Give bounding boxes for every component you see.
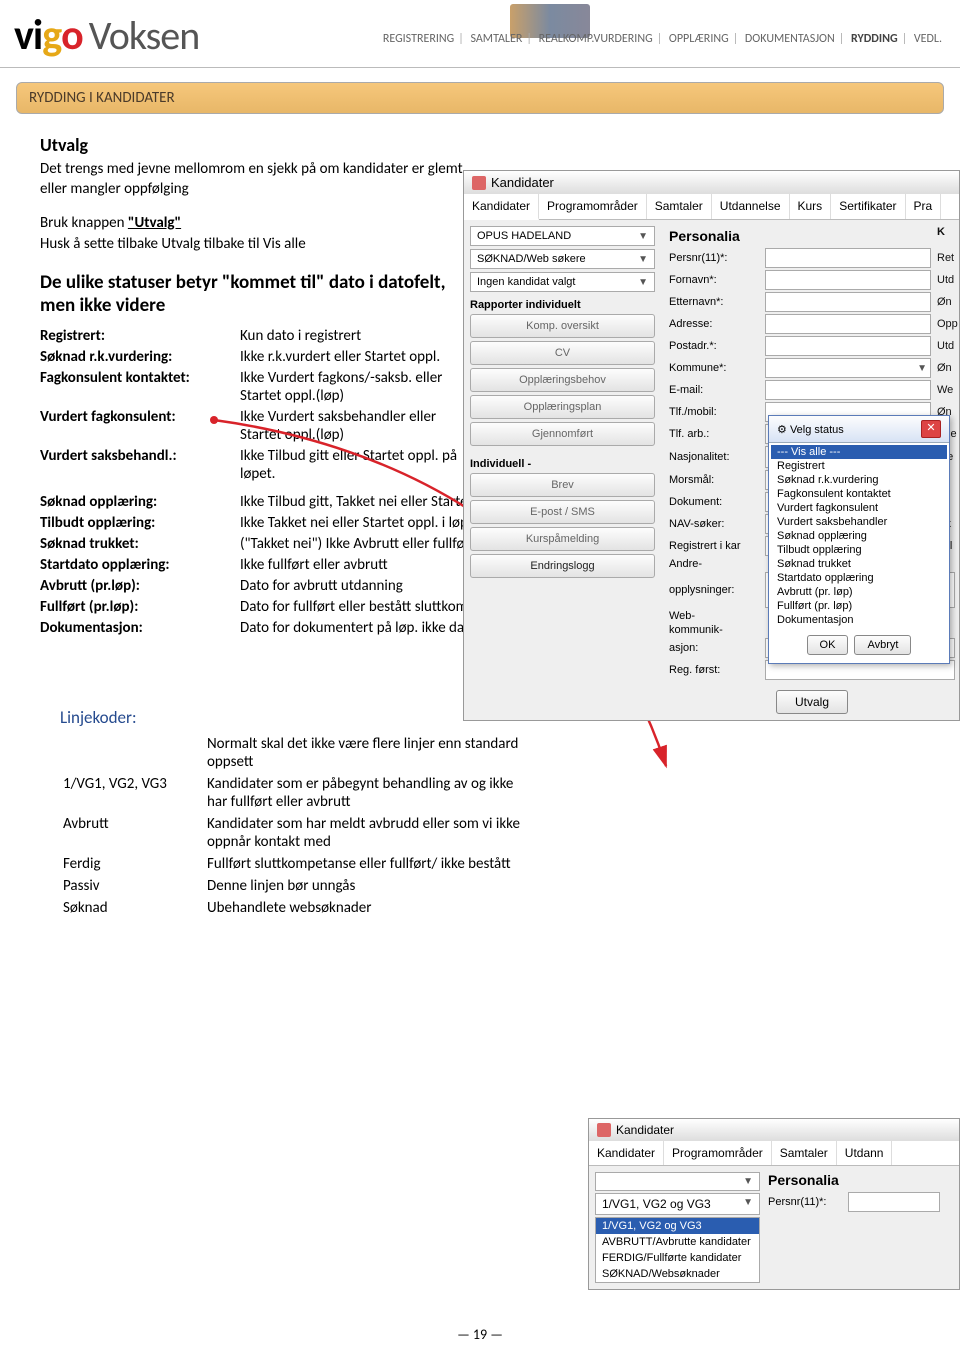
list-item[interactable]: Tilbudt opplæring: [771, 543, 947, 557]
button-epost-sms[interactable]: E-post / SMS: [470, 500, 655, 524]
list-item[interactable]: Søknad opplæring: [771, 529, 947, 543]
button-cv[interactable]: CV: [470, 341, 655, 365]
popup-velg-status: ⚙ Velg status✕ --- Vis alle --- Registre…: [768, 415, 950, 664]
app-tabs[interactable]: Kandidater Programområder Samtaler Utdan…: [464, 194, 959, 220]
status-list[interactable]: --- Vis alle --- Registrert Søknad r.k.v…: [769, 443, 949, 629]
chevron-down-icon: ▼: [638, 231, 648, 242]
input-adresse[interactable]: [765, 314, 931, 334]
input-etternavn[interactable]: [765, 292, 931, 312]
input-email[interactable]: [765, 380, 931, 400]
tab[interactable]: Pra: [906, 194, 942, 219]
list-item[interactable]: Fullført (pr. løp): [771, 599, 947, 613]
tab[interactable]: Utdann: [837, 1141, 893, 1165]
select-2[interactable]: 1/VG1, VG2 og VG3▼: [595, 1193, 760, 1215]
button-kurspamelding[interactable]: Kurspåmelding: [470, 527, 655, 551]
section-title: RYDDING I KANDIDATER: [16, 82, 944, 114]
chevron-down-icon: ▼: [638, 254, 648, 265]
heading-statuser: De ulike statuser betyr "kommet til" dat…: [40, 271, 480, 317]
list-item[interactable]: Startdato opplæring: [771, 571, 947, 585]
chevron-down-icon: ▼: [638, 277, 648, 288]
form-header: Personalia: [669, 228, 931, 244]
tab-kandidater[interactable]: Kandidater: [464, 194, 539, 220]
tab[interactable]: Samtaler: [772, 1141, 837, 1165]
select-kandidat[interactable]: Ingen kandidat valgt▼: [470, 272, 655, 292]
side-label: Individuell -: [470, 458, 655, 470]
page-number: — 19 —: [0, 1326, 960, 1343]
tab[interactable]: Programområder: [664, 1141, 772, 1165]
list-item[interactable]: Vurdert fagkonsulent: [771, 501, 947, 515]
button-endringslogg[interactable]: Endringslogg: [470, 554, 655, 578]
button-komp-oversikt[interactable]: Komp. oversikt: [470, 314, 655, 338]
close-icon[interactable]: ✕: [921, 420, 941, 438]
list-item[interactable]: 1/VG1, VG2 og VG3: [596, 1218, 759, 1234]
tab[interactable]: Sertifikater: [831, 194, 905, 219]
gear-icon: ⚙: [777, 424, 787, 436]
list-item[interactable]: SØKNAD/Websøknader: [596, 1266, 759, 1282]
side-label: Rapporter individuelt: [470, 299, 655, 311]
app-icon: [597, 1123, 611, 1137]
input-persnr[interactable]: [848, 1192, 940, 1212]
cancel-button[interactable]: Avbryt: [854, 635, 911, 655]
list-item[interactable]: Dokumentasjon: [771, 613, 947, 627]
input-postadr[interactable]: [765, 336, 931, 356]
input-fornavn[interactable]: [765, 270, 931, 290]
input-persnr[interactable]: [765, 248, 931, 268]
input-kommune[interactable]: ▼: [765, 358, 931, 378]
linje-dropdown-list[interactable]: 1/VG1, VG2 og VG3 AVBRUTT/Avbrutte kandi…: [595, 1217, 760, 1283]
button-opplaeringsplan[interactable]: Opplæringsplan: [470, 395, 655, 419]
button-opplaeringsbehov[interactable]: Opplæringsbehov: [470, 368, 655, 392]
chevron-down-icon: ▼: [743, 1197, 753, 1211]
paragraph: Det trengs med jevne mellomrom en sjekk …: [40, 160, 480, 200]
paragraph: Bruk knappen "Utvalg": [40, 214, 480, 234]
ok-button[interactable]: OK: [807, 635, 849, 655]
chevron-down-icon: ▼: [743, 1176, 753, 1187]
heading-utvalg: Utvalg: [40, 134, 480, 156]
list-item[interactable]: Søknad trukket: [771, 557, 947, 571]
tab[interactable]: Samtaler: [647, 194, 712, 219]
select-soknad[interactable]: SØKNAD/Web søkere▼: [470, 249, 655, 269]
linjekoder-table: Normalt skal det ikke være flere linjer …: [60, 732, 530, 920]
select-1[interactable]: ▼: [595, 1172, 760, 1191]
heading-linjekoder: Linjekoder:: [60, 707, 530, 728]
app-kandidater-small: Kandidater Kandidater Programområder Sam…: [588, 1118, 960, 1290]
button-gjennomfort[interactable]: Gjennomført: [470, 422, 655, 446]
list-item[interactable]: AVBRUTT/Avbrutte kandidater: [596, 1234, 759, 1250]
breadcrumb: REGISTRERING| SAMTALER| REALKOMP.VURDERI…: [381, 32, 944, 46]
list-item[interactable]: Søknad r.k.vurdering: [771, 473, 947, 487]
chevron-down-icon: ▼: [917, 363, 927, 374]
list-item[interactable]: --- Vis alle ---: [771, 445, 947, 459]
list-item[interactable]: FERDIG/Fullførte kandidater: [596, 1250, 759, 1266]
list-item[interactable]: Registrert: [771, 459, 947, 473]
form-header: Personalia: [768, 1172, 940, 1188]
tab[interactable]: Programområder: [539, 194, 647, 219]
tab[interactable]: Kurs: [790, 194, 832, 219]
paragraph: Husk å sette tilbake Utvalg tilbake til …: [40, 235, 480, 255]
select-opus[interactable]: OPUS HADELAND▼: [470, 226, 655, 246]
app-icon: [472, 176, 486, 190]
list-item[interactable]: Fagkonsulent kontaktet: [771, 487, 947, 501]
logo: vigo Voksen: [14, 10, 199, 61]
status-table: Registrert:Kun dato i registrert Søknad …: [40, 327, 480, 483]
list-item[interactable]: Vurdert saksbehandler: [771, 515, 947, 529]
tab[interactable]: Utdannelse: [712, 194, 790, 219]
list-item[interactable]: Avbrutt (pr. løp): [771, 585, 947, 599]
button-brev[interactable]: Brev: [470, 473, 655, 497]
tab[interactable]: Kandidater: [589, 1141, 664, 1165]
